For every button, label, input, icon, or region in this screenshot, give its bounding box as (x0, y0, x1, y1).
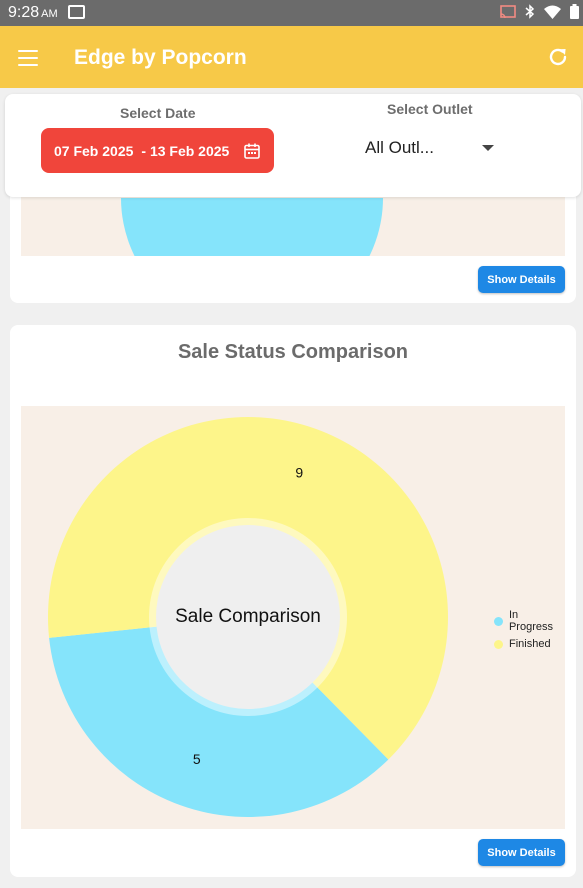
chart-title: Sale Status Comparison (177, 341, 409, 363)
show-details-button[interactable]: Show Details (478, 266, 565, 293)
legend-swatch-in-progress (494, 616, 503, 626)
wifi-icon (544, 5, 561, 24)
filter-card: Select Date Select Outlet 07 Feb 2025 - … (5, 94, 581, 197)
battery-icon (570, 4, 579, 24)
cast-icon (500, 4, 516, 24)
legend-label-finished: Finished (509, 638, 551, 650)
bluetooth-icon (525, 4, 535, 24)
legend-label-in-progress: In Progress (508, 609, 553, 633)
chevron-down-icon (482, 145, 494, 151)
calendar-icon (243, 142, 261, 160)
date-range-button[interactable]: 07 Feb 2025 - 13 Feb 2025 (41, 128, 274, 173)
menu-icon[interactable] (18, 50, 38, 66)
value-label-in-progress: 5 (193, 751, 201, 767)
legend-item: In Progress (494, 609, 565, 633)
legend-swatch-finished (494, 639, 503, 649)
status-icons (500, 4, 579, 24)
app-title: Edge by Popcorn (74, 46, 247, 69)
center-label: Sale Comparison (175, 606, 321, 627)
previous-chart-slice (121, 198, 383, 256)
date-end: - 13 Feb 2025 (141, 142, 230, 159)
notification-check-icon (68, 5, 85, 19)
outlet-dropdown[interactable]: All Outl... (365, 138, 500, 162)
app-bar: Edge by Popcorn (0, 26, 583, 88)
select-outlet-label: Select Outlet (387, 101, 473, 117)
chart-legend: In Progress Finished (494, 609, 565, 655)
chart-plot-area: 5 9 Sale Comparison In Progress Finished (21, 406, 565, 829)
status-bar: 9:28 AM (0, 0, 583, 26)
status-time: 9:28 AM (8, 4, 58, 21)
refresh-icon[interactable] (547, 46, 569, 68)
value-label-finished: 9 (295, 465, 303, 481)
date-start: 07 Feb 2025 (54, 142, 134, 159)
sale-comparison-donut: 5 9 Sale Comparison (48, 417, 449, 817)
outlet-value: All Outl... (365, 138, 434, 157)
sale-status-card: Sale Status Comparison 5 9 Sale Comparison… (10, 325, 576, 877)
show-details-button[interactable]: Show Details (478, 839, 565, 866)
legend-item: Finished (494, 638, 565, 650)
select-date-label: Select Date (120, 105, 196, 121)
